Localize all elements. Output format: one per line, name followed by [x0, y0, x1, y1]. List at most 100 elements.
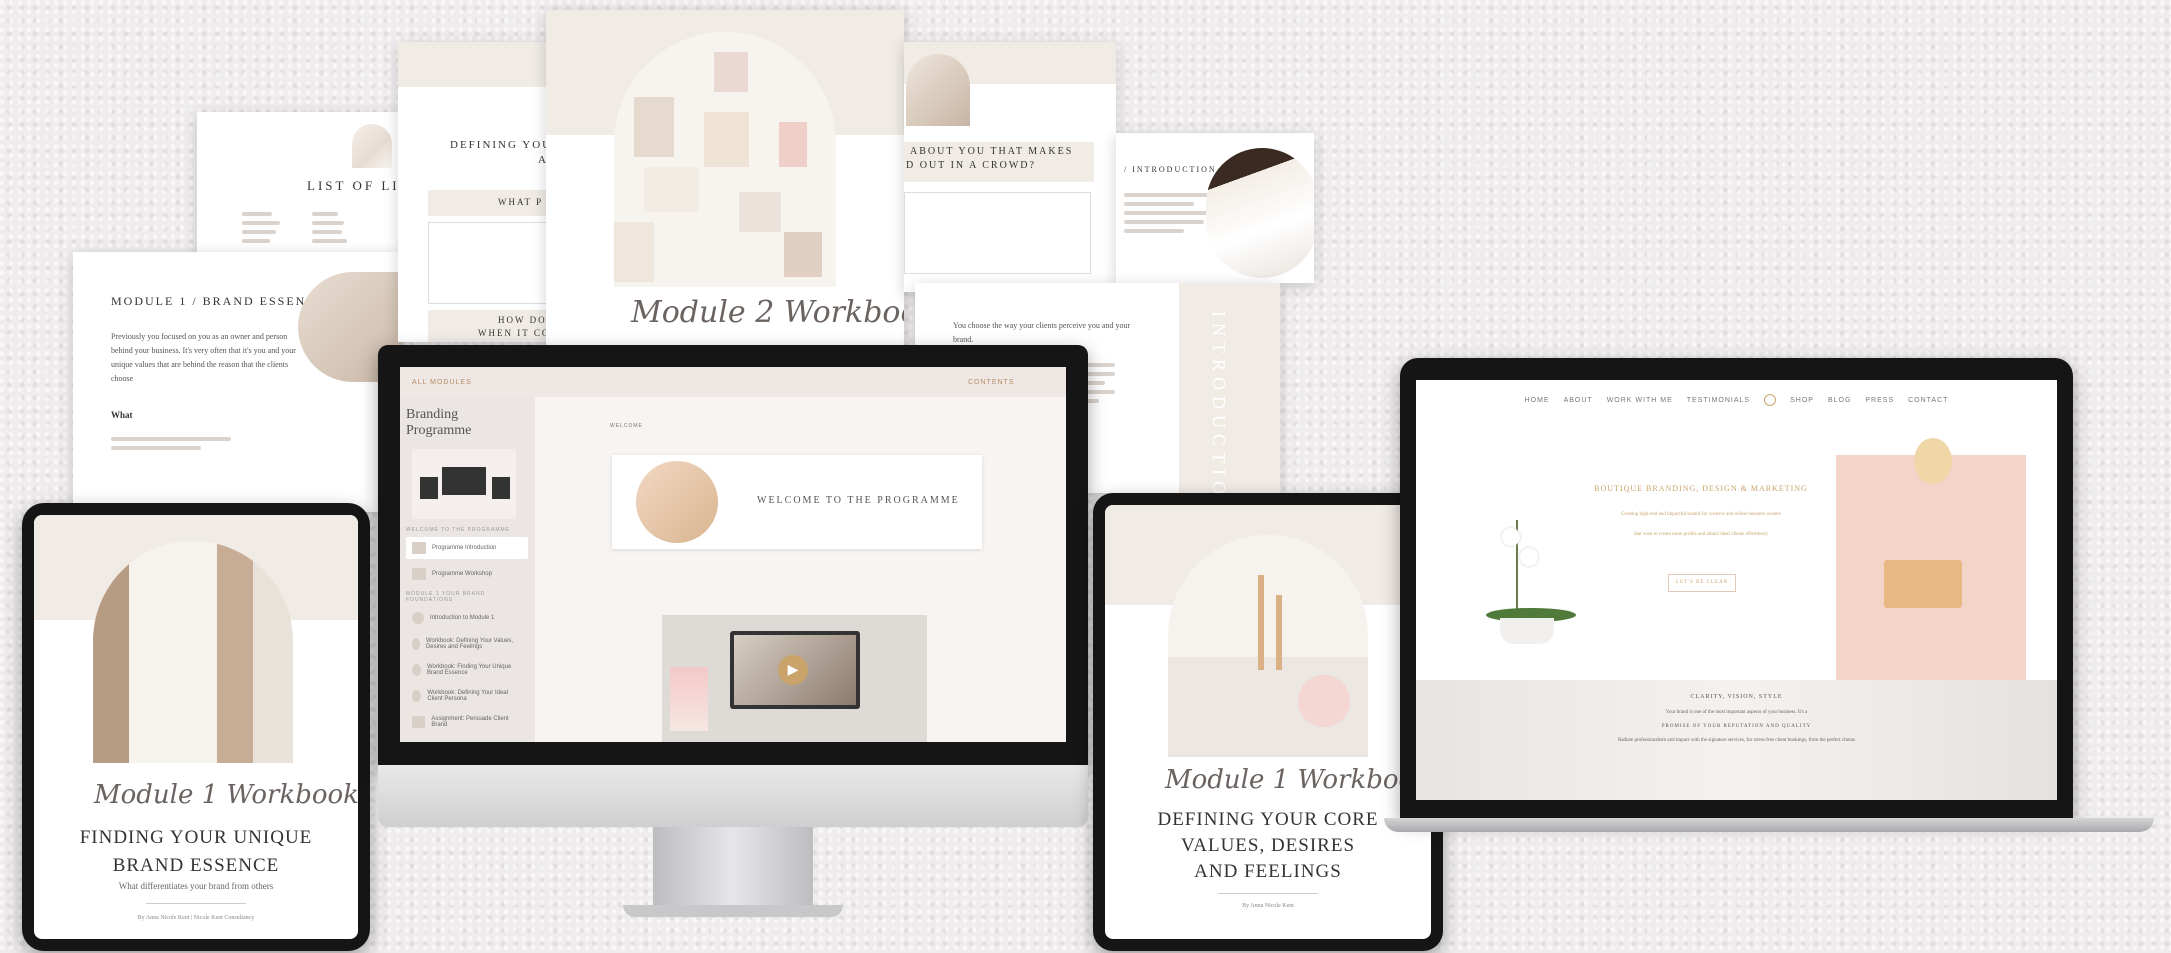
paragraph-lines: [111, 432, 231, 455]
welcome-banner-photo: [636, 461, 718, 543]
imac-breadcrumb: WELCOME: [610, 423, 643, 429]
clarity-title: CLARITY, VISION, STYLE: [1690, 694, 1783, 700]
intro-title: / INTRODUCTION: [1124, 165, 1217, 174]
workbook-page-cover: Module 2 Workbook: [546, 10, 904, 350]
nav-shop[interactable]: SHOP: [1790, 397, 1814, 404]
tablet-right-title-1: DEFINING YOUR CORE: [1157, 809, 1379, 830]
sidebar-item-intro-label: Programme Introduction: [432, 545, 497, 551]
clarity-body-3: Radiate professionalism and impact with …: [1617, 738, 1855, 743]
imac-chin: [378, 765, 1088, 827]
workbook-page-intro: / INTRODUCTION: [1116, 133, 1314, 283]
imac: ALL MODULES CONTENTS Branding Programme …: [378, 345, 1088, 935]
tablet-left: Module 1 Workbook FINDING YOUR UNIQUE BR…: [22, 503, 370, 951]
sidebar-item-m2-label: Workbook: Defining Your Values, Desires …: [425, 638, 514, 650]
tablet-left-author: By Anna Nicole Kent | Nicole Kent Consul…: [137, 915, 255, 921]
nav-press[interactable]: PRESS: [1865, 397, 1894, 404]
clarity-section: CLARITY, VISION, STYLE Your brand is one…: [1416, 680, 2057, 800]
sidebar-item-m3-label: Workbook: Finding Your Unique Brand Esse…: [427, 664, 512, 676]
tablet-left-title-2: BRAND ESSENCE: [112, 855, 280, 876]
sidebar-item-m2[interactable]: Workbook: Defining Your Values, Desires …: [406, 633, 528, 655]
woman-laptop-photo: [1836, 430, 2026, 680]
tablet-right-title-2: VALUES, DESIRES: [1180, 835, 1356, 856]
sidebar-item-m4[interactable]: Workbook: Defining Your Ideal Client Per…: [406, 685, 528, 707]
video-player[interactable]: ▶: [662, 615, 927, 742]
tablet-left-script: Module 1 Workbook: [94, 780, 358, 810]
nav-testimonials[interactable]: TESTIMONIALS: [1687, 397, 1750, 404]
play-icon[interactable]: ▶: [778, 655, 808, 685]
sidebar-section-module: MODULE 1 YOUR BRAND FOUNDATIONS: [406, 591, 486, 603]
nav-work-with-me[interactable]: WORK WITH ME: [1607, 397, 1673, 404]
candles-photo: [1168, 535, 1368, 757]
moodboard-arch: [614, 32, 836, 287]
workbook-page-about: ABOUT YOU THAT MAKES D OUT IN A CROWD?: [904, 42, 1116, 292]
orchid-image: [1476, 520, 1576, 644]
laptop-base: [1384, 818, 2154, 832]
welcome-banner: WELCOME TO THE PROGRAMME: [612, 455, 982, 549]
tablet-right-author: By Anna Nicole Kent: [1242, 903, 1294, 909]
perceive-text: You choose the way your clients perceive…: [953, 321, 1131, 344]
programme-thumbnail: [412, 449, 516, 519]
tablet-right-script: Module 1 Workbook: [1165, 765, 1430, 795]
perceive-side-panel: INTRODUCTION: [1179, 283, 1280, 493]
about-answer-box: [904, 192, 1091, 274]
course-sidebar: Branding Programme WELCOME TO THE PROGRA…: [400, 397, 535, 742]
imac-base: [623, 905, 843, 917]
sidebar-title-2: Programme: [406, 423, 472, 438]
hero-text-2: that want to create more profits and att…: [1634, 532, 1768, 537]
tablet-right-title-3: AND FEELINGS: [1194, 861, 1342, 882]
nav-home[interactable]: HOME: [1525, 397, 1550, 404]
defining-footer-2: WHEN IT CO: [478, 328, 551, 338]
cover-script-title: Module 2 Workbook: [631, 295, 904, 330]
imac-screen: ALL MODULES CONTENTS Branding Programme …: [400, 367, 1066, 742]
about-line-1: ABOUT YOU THAT MAKES: [910, 146, 1074, 157]
life-values-title: LIST OF LIFE V: [307, 178, 407, 193]
sidebar-item-workshop-label: Programme Workshop: [432, 571, 492, 577]
apple-logo-icon: [1884, 560, 1962, 608]
brand-essence-paragraph: Previously you focused on you as an owne…: [111, 332, 296, 383]
imac-top-right[interactable]: CONTENTS: [968, 379, 1015, 386]
laptop-screen: HOME ABOUT WORK WITH ME TESTIMONIALS SHO…: [1416, 380, 2057, 800]
tablet-left-subtitle: What differentiates your brand from othe…: [118, 881, 274, 891]
brand-essence-title: MODULE 1 / BRAND ESSENCE: [111, 294, 326, 308]
tablet-right: Module 1 Workbook DEFINING YOUR CORE VAL…: [1093, 493, 1443, 951]
sidebar-item-m1-label: Introduction to Module 1: [430, 615, 495, 621]
sidebar-item-workshop[interactable]: Programme Workshop: [406, 563, 528, 585]
sidebar-item-intro[interactable]: Programme Introduction: [406, 537, 528, 559]
imac-top-left[interactable]: ALL MODULES: [412, 379, 472, 386]
hero-text-1: Creating high-end and impactful brands f…: [1621, 512, 1781, 517]
brand-essence-what: What: [111, 410, 133, 420]
sidebar-item-m5-label: Assignment: Persuade Client Brand: [431, 716, 509, 728]
sidebar-item-m3[interactable]: Workbook: Finding Your Unique Brand Esse…: [406, 659, 528, 681]
sidebar-item-m5[interactable]: Assignment: Persuade Client Brand: [406, 711, 528, 733]
woman-phone-photo: [1206, 148, 1314, 278]
about-line-2: D OUT IN A CROWD?: [906, 160, 1036, 171]
workbook-page-brand-essence: MODULE 1 / BRAND ESSENCE Previously you …: [73, 252, 403, 512]
imac-stand: [653, 827, 813, 907]
defining-title-1: DEFINING YOUR: [450, 139, 562, 151]
hero-section: BOUTIQUE BRANDING, DESIGN & MARKETING Cr…: [1416, 420, 2057, 680]
defining-footer-1: HOW DO: [498, 315, 547, 325]
laptop-nav: HOME ABOUT WORK WITH ME TESTIMONIALS SHO…: [1416, 380, 2057, 420]
clarity-body-2: PROMISE OF YOUR REPUTATION AND QUALITY: [1661, 724, 1812, 729]
clarity-body-1: Your brand is one of the most important …: [1665, 710, 1808, 715]
welcome-banner-text: WELCOME TO THE PROGRAMME: [757, 495, 960, 506]
tablet-left-title-1: FINDING YOUR UNIQUE: [79, 827, 313, 848]
intro-lines: [1124, 188, 1214, 238]
sidebar-section-welcome: WELCOME TO THE PROGRAMME: [406, 527, 511, 533]
sidebar-item-m1[interactable]: Introduction to Module 1: [406, 607, 528, 629]
values-list-2: [312, 207, 372, 248]
defining-box-label: WHAT P: [498, 197, 544, 207]
nav-contact[interactable]: CONTACT: [1908, 397, 1948, 404]
laptop: HOME ABOUT WORK WITH ME TESTIMONIALS SHO…: [1384, 358, 2160, 843]
perceive-side-text: INTRODUCTION: [1209, 311, 1229, 493]
hero-title: BOUTIQUE BRANDING, DESIGN & MARKETING: [1594, 484, 1808, 493]
desk-photo: [906, 54, 970, 126]
sidebar-item-m4-label: Workbook: Defining Your Ideal Client Per…: [427, 690, 508, 702]
hero-cta-button[interactable]: LET'S BE CLEAR: [1668, 574, 1736, 592]
workbook-page-defining: DEFINING YOUR AN WHAT P HOW DO WHEN IT C…: [398, 42, 570, 342]
nav-about[interactable]: ABOUT: [1564, 397, 1593, 404]
flower-photo: [352, 124, 392, 168]
nav-logo-icon[interactable]: [1764, 394, 1777, 406]
woman-coffee-photo: [93, 541, 293, 763]
nav-blog[interactable]: BLOG: [1828, 397, 1851, 404]
